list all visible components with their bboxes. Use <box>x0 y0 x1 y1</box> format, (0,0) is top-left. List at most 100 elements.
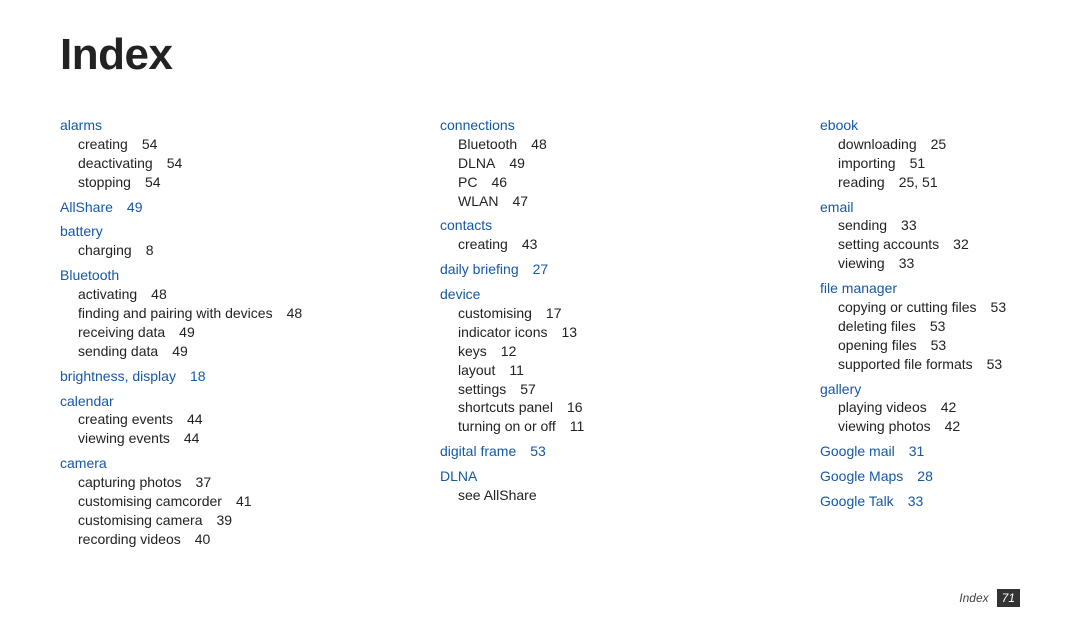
index-subentry[interactable]: deactivating54 <box>60 154 360 173</box>
index-subentry[interactable]: layout11 <box>440 361 740 380</box>
index-term[interactable]: file manager <box>820 279 1080 298</box>
index-subentry[interactable]: viewing photos42 <box>820 417 1080 436</box>
index-subentry[interactable]: settings57 <box>440 380 740 399</box>
index-subentry-text: PC <box>458 174 477 190</box>
index-term[interactable]: battery <box>60 222 360 241</box>
index-subentry-text: setting accounts <box>838 236 939 252</box>
index-subentry[interactable]: WLAN47 <box>440 192 740 211</box>
index-subentry[interactable]: reading25, 51 <box>820 173 1080 192</box>
index-subentry-page: 51 <box>910 155 926 171</box>
index-subentry[interactable]: creating54 <box>60 135 360 154</box>
index-subentry[interactable]: customising camera39 <box>60 511 360 530</box>
index-subentry[interactable]: playing videos42 <box>820 398 1080 417</box>
index-subentry[interactable]: turning on or off11 <box>440 417 740 436</box>
index-subentry[interactable]: keys12 <box>440 342 740 361</box>
index-term-text: AllShare <box>60 199 113 215</box>
index-subentry[interactable]: indicator icons13 <box>440 323 740 342</box>
index-term[interactable]: brightness, display18 <box>60 367 360 386</box>
index-subentry[interactable]: DLNA49 <box>440 154 740 173</box>
index-term[interactable]: calendar <box>60 392 360 411</box>
index-term[interactable]: DLNA <box>440 467 740 486</box>
index-subentry[interactable]: setting accounts 32 <box>820 235 1080 254</box>
index-subentry-page: 43 <box>522 236 538 252</box>
index-subentry[interactable]: creating43 <box>440 235 740 254</box>
index-subentry-text: supported file formats <box>838 356 973 372</box>
index-subentry-page: 32 <box>953 236 969 252</box>
index-subentry-text: stopping <box>78 174 131 190</box>
index-term-page: 33 <box>908 493 924 509</box>
index-subentry-page: 46 <box>491 174 507 190</box>
index-term-page: 28 <box>917 468 933 484</box>
index-subentry[interactable]: deleting files53 <box>820 317 1080 336</box>
index-subentry[interactable]: charging 8 <box>60 241 360 260</box>
index-subentry[interactable]: see AllShare <box>440 486 740 505</box>
index-term[interactable]: alarms <box>60 116 360 135</box>
index-subentry-page: 49 <box>179 324 195 340</box>
index-term-text: device <box>440 286 480 302</box>
index-subentry[interactable]: receiving data49 <box>60 323 360 342</box>
index-term-text: alarms <box>60 117 102 133</box>
index-subentry-page: 54 <box>142 136 158 152</box>
index-subentry-page: 8 <box>146 242 154 258</box>
index-term[interactable]: AllShare49 <box>60 198 360 217</box>
index-term-text: daily briefing <box>440 261 519 277</box>
index-subentry[interactable]: finding and pairing with devices48 <box>60 304 360 323</box>
index-term[interactable]: camera <box>60 454 360 473</box>
index-subentry[interactable]: capturing photos37 <box>60 473 360 492</box>
index-subentry[interactable]: sending data49 <box>60 342 360 361</box>
index-term-text: DLNA <box>440 468 477 484</box>
index-term-text: calendar <box>60 393 114 409</box>
index-subentry[interactable]: viewing events44 <box>60 429 360 448</box>
index-term-text: contacts <box>440 217 492 233</box>
index-subentry[interactable]: importing51 <box>820 154 1080 173</box>
index-subentry[interactable]: supported file formats 53 <box>820 355 1080 374</box>
index-term[interactable]: ebook <box>820 116 1080 135</box>
index-term[interactable]: Google Talk33 <box>820 492 1080 511</box>
index-term[interactable]: daily briefing27 <box>440 260 740 279</box>
index-subentry[interactable]: customising camcorder41 <box>60 492 360 511</box>
index-subentry-page: 53 <box>991 299 1007 315</box>
index-subentry[interactable]: shortcuts panel16 <box>440 398 740 417</box>
index-term[interactable]: Bluetooth <box>60 266 360 285</box>
index-subentry[interactable]: viewing 33 <box>820 254 1080 273</box>
index-term[interactable]: connections <box>440 116 740 135</box>
index-subentry-page: 42 <box>945 418 961 434</box>
index-subentry[interactable]: stopping54 <box>60 173 360 192</box>
index-subentry[interactable]: activating48 <box>60 285 360 304</box>
index-subentry-page: 12 <box>501 343 517 359</box>
index-term[interactable]: Google mail31 <box>820 442 1080 461</box>
index-term[interactable]: email <box>820 198 1080 217</box>
index-term[interactable]: gallery <box>820 380 1080 399</box>
index-subentry-text: charging <box>78 242 132 258</box>
index-term-text: brightness, display <box>60 368 176 384</box>
index-subentry-text: viewing <box>838 255 885 271</box>
index-subentry-page: 44 <box>184 430 200 446</box>
index-subentry-page: 49 <box>509 155 525 171</box>
index-term-text: Google mail <box>820 443 895 459</box>
index-subentry[interactable]: PC 46 <box>440 173 740 192</box>
index-term[interactable]: Google Maps28 <box>820 467 1080 486</box>
index-subentry[interactable]: opening files53 <box>820 336 1080 355</box>
index-subentry[interactable]: recording videos40 <box>60 530 360 549</box>
index-term[interactable]: contacts <box>440 216 740 235</box>
index-subentry-text: sending data <box>78 343 158 359</box>
index-subentry-text: playing videos <box>838 399 927 415</box>
index-subentry[interactable]: creating events44 <box>60 410 360 429</box>
index-subentry-page: 41 <box>236 493 252 509</box>
footer-page-number: 71 <box>997 589 1020 607</box>
index-subentry[interactable]: downloading25 <box>820 135 1080 154</box>
index-term-text: file manager <box>820 280 897 296</box>
index-subentry-page: 11 <box>570 418 585 434</box>
index-subentry-page: 13 <box>562 324 578 340</box>
index-term[interactable]: device <box>440 285 740 304</box>
index-columns: alarmscreating54deactivating54stopping54… <box>60 116 1020 549</box>
index-subentry[interactable]: copying or cutting files53 <box>820 298 1080 317</box>
index-term-text: email <box>820 199 853 215</box>
index-subentry-text: sending <box>838 217 887 233</box>
index-subentry-page: 33 <box>899 255 915 271</box>
index-subentry[interactable]: sending33 <box>820 216 1080 235</box>
index-term[interactable]: digital frame53 <box>440 442 740 461</box>
index-subentry[interactable]: Bluetooth48 <box>440 135 740 154</box>
index-subentry[interactable]: customising17 <box>440 304 740 323</box>
index-subentry-page: 53 <box>987 356 1003 372</box>
